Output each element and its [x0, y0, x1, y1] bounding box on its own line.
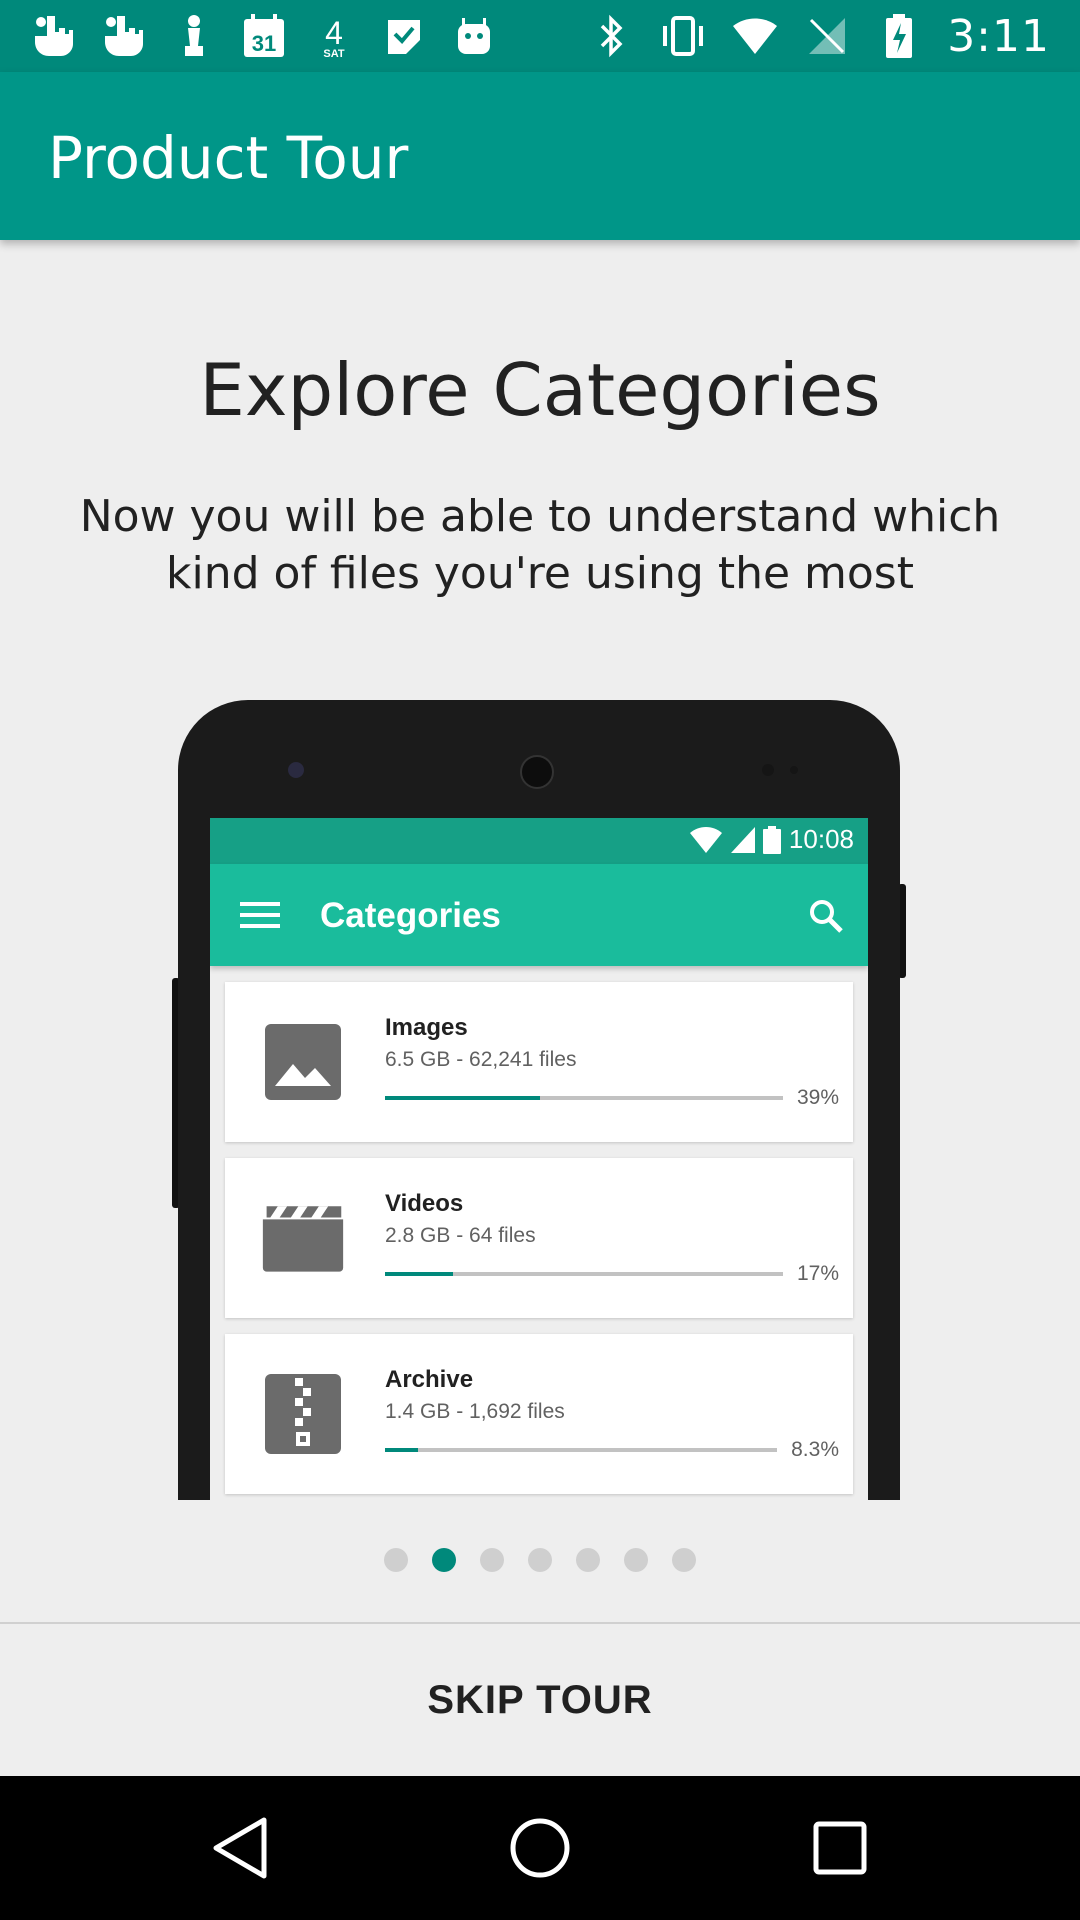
usage-bar	[385, 1272, 783, 1276]
mock-app-title: Categories	[320, 896, 501, 935]
status-time: 3:11	[947, 10, 1050, 62]
calendar-icon: 31	[240, 12, 288, 60]
phone-speaker	[520, 755, 554, 789]
usage-bar	[385, 1096, 783, 1100]
mock-status-time: 10:08	[788, 824, 854, 854]
category-card-images: Images 6.5 GB - 62,241 files 39%	[225, 982, 853, 1142]
mock-app-bar: Categories	[210, 864, 868, 966]
phone-sensor	[762, 764, 774, 776]
category-meta: 1.4 GB - 1,692 files	[385, 1400, 565, 1423]
page-indicator	[0, 1548, 1080, 1572]
recents-icon	[813, 1821, 867, 1875]
image-icon	[261, 1020, 345, 1104]
weather-icon: 4 SAT	[310, 12, 358, 60]
category-card-archive: Archive 1.4 GB - 1,692 files 8.3%	[225, 1334, 853, 1494]
back-icon	[213, 1817, 267, 1879]
usage-bar-fill	[385, 1096, 541, 1100]
page-dot	[576, 1548, 600, 1572]
bluetooth-icon	[587, 12, 635, 60]
hand-icon	[100, 12, 148, 60]
check-icon	[380, 12, 428, 60]
usage-bar	[385, 1448, 777, 1452]
hand-icon	[30, 12, 78, 60]
battery-icon	[762, 825, 781, 854]
navigation-bar	[0, 1776, 1080, 1920]
category-percent: 8.3%	[791, 1438, 839, 1461]
category-name: Archive	[385, 1366, 474, 1393]
category-card-videos: Videos 2.8 GB - 64 files 17%	[225, 1158, 853, 1318]
notification-icons: 31 4 SAT	[30, 12, 498, 60]
signal-icon	[730, 826, 755, 853]
category-meta: 2.8 GB - 64 files	[385, 1224, 536, 1247]
system-icons: 3:11	[587, 10, 1050, 62]
tour-description: Now you will be able to understand which…	[79, 491, 1001, 599]
category-name: Videos	[385, 1190, 464, 1217]
page-dot	[384, 1548, 408, 1572]
phone-illustration: 10:08 Categories Images 6.5 GB - 62,241 …	[178, 700, 900, 1500]
phone-front-camera	[288, 762, 304, 778]
usage-bar-fill	[385, 1272, 453, 1276]
wifi-icon	[689, 826, 722, 853]
search-icon	[810, 900, 843, 933]
category-percent: 17%	[796, 1262, 839, 1285]
home-icon	[510, 1818, 570, 1878]
tour-headline: Explore Categories	[199, 348, 881, 432]
archive-icon	[261, 1372, 345, 1456]
back-button[interactable]	[204, 1812, 276, 1884]
page-dot-active	[432, 1548, 456, 1572]
video-icon	[261, 1196, 345, 1280]
battery-icon	[875, 12, 923, 60]
wifi-icon	[731, 12, 779, 60]
page-dot	[672, 1548, 696, 1572]
home-button[interactable]	[504, 1812, 576, 1884]
category-name: Images	[385, 1014, 468, 1041]
skip-tour-button[interactable]: SKIP TOUR	[0, 1624, 1080, 1776]
recents-button[interactable]	[804, 1812, 876, 1884]
weather-day: 4	[325, 15, 343, 51]
phone-screen: 10:08 Categories Images 6.5 GB - 62,241 …	[210, 818, 868, 1500]
page-dot	[480, 1548, 504, 1572]
category-percent: 39%	[796, 1086, 839, 1109]
page-dot	[528, 1548, 552, 1572]
app-bar: Product Tour	[0, 72, 1080, 240]
phone-sensor	[790, 766, 798, 774]
vibrate-icon	[659, 12, 707, 60]
page-title: Product Tour	[48, 124, 409, 192]
menu-icon	[240, 902, 280, 928]
category-meta: 6.5 GB - 62,241 files	[385, 1048, 577, 1071]
mock-status-bar: 10:08	[210, 818, 868, 864]
weather-label: SAT	[323, 48, 344, 60]
android-icon	[450, 12, 498, 60]
no-signal-icon	[803, 12, 851, 60]
calendar-day: 31	[252, 31, 276, 56]
page-dot	[624, 1548, 648, 1572]
chess-icon	[170, 12, 218, 60]
status-bar: 31 4 SAT 3:11	[0, 0, 1080, 72]
usage-bar-fill	[385, 1448, 418, 1452]
